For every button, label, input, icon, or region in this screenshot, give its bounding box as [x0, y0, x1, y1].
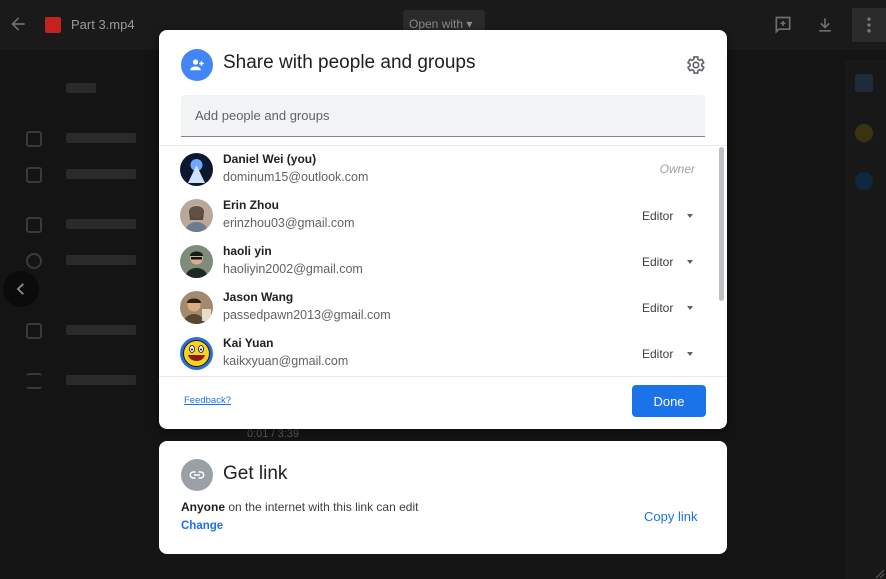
dimmed-sidebar-row — [26, 372, 156, 390]
person-name: Kai Yuan — [223, 336, 274, 350]
link-icon — [181, 459, 213, 491]
role-dropdown[interactable]: Editor — [637, 252, 699, 272]
person-email: erinzhou03@gmail.com — [223, 216, 355, 230]
add-comment-icon[interactable] — [766, 8, 800, 42]
person-add-icon — [181, 49, 213, 81]
dimmed-sidebar-row — [26, 80, 156, 98]
collapse-chevron-icon[interactable] — [3, 271, 39, 307]
role-label: Editor — [642, 209, 674, 223]
file-title: Part 3.mp4 — [71, 17, 135, 32]
person-row: Erin Zhou erinzhou03@gmail.com Editor — [159, 192, 715, 238]
dimmed-sidebar-row — [26, 216, 156, 234]
dimmed-sidebar — [0, 60, 160, 579]
done-button[interactable]: Done — [632, 385, 706, 417]
player-time: 0:01 / 3:39 — [247, 428, 299, 440]
role-dropdown[interactable]: Editor — [637, 298, 699, 318]
person-name: Daniel Wei (you) — [223, 152, 317, 166]
avatar — [180, 199, 213, 232]
dimmed-sidebar-row — [26, 252, 156, 270]
resize-grip-icon[interactable] — [873, 566, 885, 579]
dimmed-side-panel — [845, 60, 886, 579]
avatar — [180, 153, 213, 186]
role-label: Editor — [642, 301, 674, 315]
dimmed-sidebar-row — [26, 322, 156, 340]
more-options-icon[interactable] — [852, 8, 886, 42]
copy-link-button[interactable]: Copy link — [644, 509, 697, 524]
avatar — [180, 291, 213, 324]
person-email: passedpawn2013@gmail.com — [223, 308, 391, 322]
change-access-link[interactable]: Change — [181, 520, 223, 532]
feedback-link[interactable]: Feedback? — [184, 395, 231, 406]
person-name: Erin Zhou — [223, 198, 279, 212]
person-email: haoliyin2002@gmail.com — [223, 262, 363, 276]
add-people-input[interactable] — [181, 95, 705, 137]
person-name: Jason Wang — [223, 290, 294, 304]
share-dialog: Share with people and groups Daniel Wei … — [159, 30, 727, 429]
role-label: Editor — [642, 255, 674, 269]
back-arrow-icon[interactable] — [8, 14, 28, 34]
dropdown-caret-icon — [687, 352, 693, 356]
people-list: Daniel Wei (you) dominum15@outlook.com O… — [159, 145, 727, 377]
avatar — [180, 337, 213, 370]
get-link-title: Get link — [223, 463, 288, 484]
person-email: dominum15@outlook.com — [223, 170, 369, 184]
role-dropdown[interactable]: Editor — [637, 344, 699, 364]
access-scope-label: Anyone — [181, 500, 226, 514]
role-owner-label: Owner — [659, 162, 695, 176]
avatar — [180, 245, 213, 278]
dialog-title: Share with people and groups — [223, 52, 476, 73]
download-icon[interactable] — [808, 8, 842, 42]
calendar-addon-icon — [855, 74, 873, 92]
person-email: kaikxyuan@gmail.com — [223, 354, 349, 368]
link-access-description: Anyone on the internet with this link ca… — [181, 500, 418, 514]
dropdown-caret-icon — [687, 260, 693, 264]
role-label: Editor — [642, 347, 674, 361]
person-name: haoli yin — [223, 244, 272, 258]
role-dropdown[interactable]: Editor — [637, 206, 699, 226]
people-list-scrollbar[interactable] — [719, 147, 724, 301]
dropdown-caret-icon — [687, 306, 693, 310]
person-row-owner: Daniel Wei (you) dominum15@outlook.com O… — [159, 146, 715, 192]
tasks-addon-icon — [855, 172, 873, 190]
dropdown-caret-icon — [687, 214, 693, 218]
settings-gear-icon[interactable] — [683, 53, 707, 77]
get-link-card: Get link Anyone on the internet with thi… — [159, 441, 727, 554]
person-row: Kai Yuan kaikxyuan@gmail.com Editor — [159, 330, 715, 376]
keep-addon-icon — [855, 124, 873, 142]
dimmed-sidebar-row — [26, 166, 156, 184]
access-scope-text: on the internet with this link can edit — [225, 500, 419, 514]
video-file-icon — [45, 17, 61, 33]
person-row: haoli yin haoliyin2002@gmail.com Editor — [159, 238, 715, 284]
dimmed-sidebar-row — [26, 130, 156, 148]
person-row: Jason Wang passedpawn2013@gmail.com Edit… — [159, 284, 715, 330]
